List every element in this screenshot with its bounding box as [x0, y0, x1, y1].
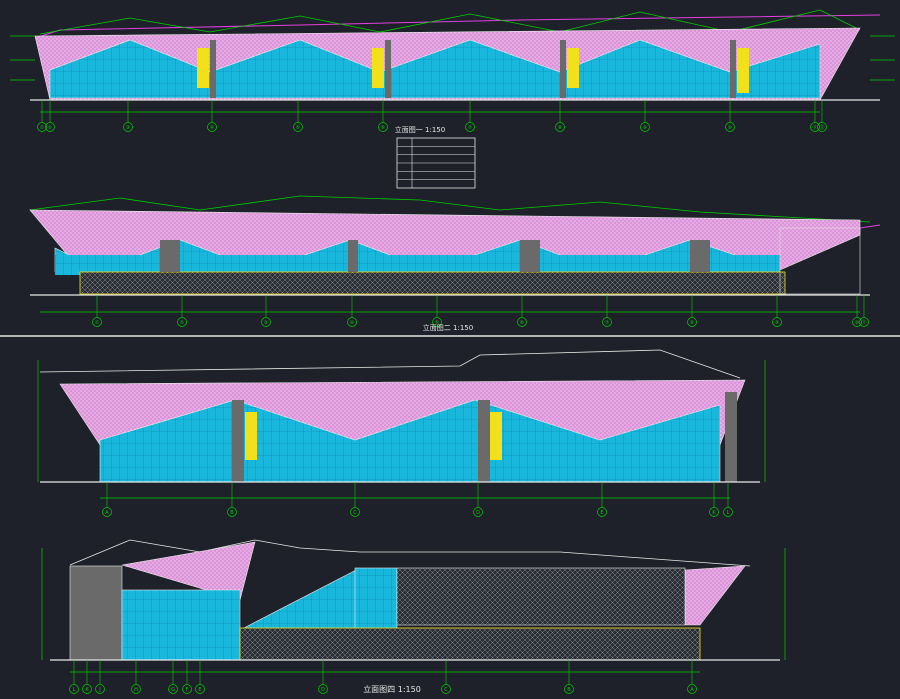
elevation-2-pillar	[160, 240, 180, 272]
axis-label: F	[186, 687, 189, 693]
axis-label: H	[134, 687, 138, 693]
elevation-4-title: 立面图四 1:150	[363, 684, 421, 694]
axis-label: ③	[126, 125, 130, 131]
elevation-3: ABCDEKL	[37, 349, 766, 517]
elevation-4-mesh-podium	[239, 627, 701, 661]
elevation-4: L K J H G F E D C B A 立面图四 1:150	[41, 539, 786, 694]
axis-label: ①	[40, 125, 45, 131]
elevation-1-yellow-panel	[372, 48, 384, 88]
elevation-2-title: 立面图二 1:150	[423, 323, 473, 332]
axis-label: ①	[95, 320, 100, 326]
axis-label: ⑦	[605, 320, 610, 326]
elevation-1-pillar	[385, 40, 391, 98]
axis-label: K	[712, 510, 716, 516]
elevation-4-right-wing	[684, 565, 746, 626]
elevation-2-axis-bubbles: ①②③④⑤⑥⑦⑧⑨⑩⑪	[92, 295, 869, 327]
elevation-3-roof-outline	[39, 349, 741, 379]
axis-label: ⑦	[468, 125, 473, 131]
axis-label: ⑨	[643, 125, 647, 131]
axis-label: C	[353, 510, 357, 516]
axis-label: ⑨	[775, 320, 779, 326]
axis-label: K	[85, 687, 89, 693]
axis-label: J	[98, 687, 100, 693]
axis-label: ②	[180, 320, 185, 326]
axis-label: ⑧	[558, 125, 563, 131]
axis-label: ②	[48, 125, 53, 131]
elevation-1-yellow-panel	[737, 48, 749, 93]
axis-label: C	[444, 687, 448, 693]
axis-label: D	[321, 687, 325, 693]
axis-label: ④	[350, 320, 355, 326]
legend-table	[396, 137, 476, 189]
elevation-1-pillar	[210, 40, 216, 98]
elevation-4-glass-hall	[354, 567, 398, 631]
axis-label: B	[230, 510, 234, 516]
elevation-1-yellow-panel	[197, 48, 209, 88]
axis-label: A	[690, 687, 694, 693]
elevation-1-yellow-panel	[567, 48, 579, 88]
elevation-1-title: 立面图一 1:150	[395, 125, 445, 134]
elevation-3-axis-bubbles: ABCDEKL	[102, 482, 733, 517]
elevation-4-left-block	[69, 565, 123, 661]
elevation-2-podium	[79, 271, 786, 295]
elevation-2-pillar	[690, 240, 710, 272]
axis-label: E	[198, 687, 201, 693]
elevation-2-pillar	[520, 240, 540, 272]
axis-label: L	[73, 687, 76, 693]
cad-drawing-canvas: ①②③④⑤⑥⑦⑧⑨⑩⑪⑫ 立面图一 1:150 ①②③④⑤⑥⑦⑧⑨⑩⑪ 立面图二…	[0, 9, 900, 694]
elevation-3-yellow-panel	[245, 412, 257, 460]
elevation-1-pillar	[560, 40, 566, 98]
axis-label: ⑪	[812, 124, 817, 131]
axis-label: D	[476, 510, 480, 516]
axis-label: L	[727, 510, 730, 516]
elevation-3-pillar	[232, 400, 244, 482]
elevation-4-glass-entrance	[121, 589, 241, 661]
axis-label: ⑤	[296, 125, 300, 131]
elevation-1-pillar	[730, 40, 736, 98]
elevation-2: ①②③④⑤⑥⑦⑧⑨⑩⑪ 立面图二 1:150	[29, 195, 881, 332]
axis-label: E	[600, 510, 603, 516]
axis-label: A	[105, 510, 109, 516]
elevation-4-mesh-wall	[396, 567, 686, 626]
elevation-2-pillar	[348, 240, 358, 272]
axis-label: ⑥	[520, 320, 525, 326]
axis-label: B	[567, 687, 571, 693]
axis-label: ⑩	[728, 125, 733, 131]
elevation-3-pillar	[725, 392, 737, 482]
axis-label: ③	[264, 320, 268, 326]
axis-label: ⑩	[855, 320, 860, 326]
axis-label: ⑫	[819, 124, 824, 131]
axis-label: ⑪	[861, 319, 866, 326]
axis-label: ④	[210, 125, 215, 131]
elevation-3-pillar	[478, 400, 490, 482]
axis-label: ⑧	[690, 320, 695, 326]
elevation-1: ①② ③ ④ ⑤ ⑥ ⑦ ⑧ ⑨ ⑩ ⑪⑫ 立面图一 1:150	[10, 9, 895, 134]
axis-label: G	[171, 687, 175, 693]
axis-label: ⑥	[381, 125, 386, 131]
elevation-3-yellow-panel	[490, 412, 502, 460]
elevation-4-glass-sweep	[239, 567, 361, 631]
